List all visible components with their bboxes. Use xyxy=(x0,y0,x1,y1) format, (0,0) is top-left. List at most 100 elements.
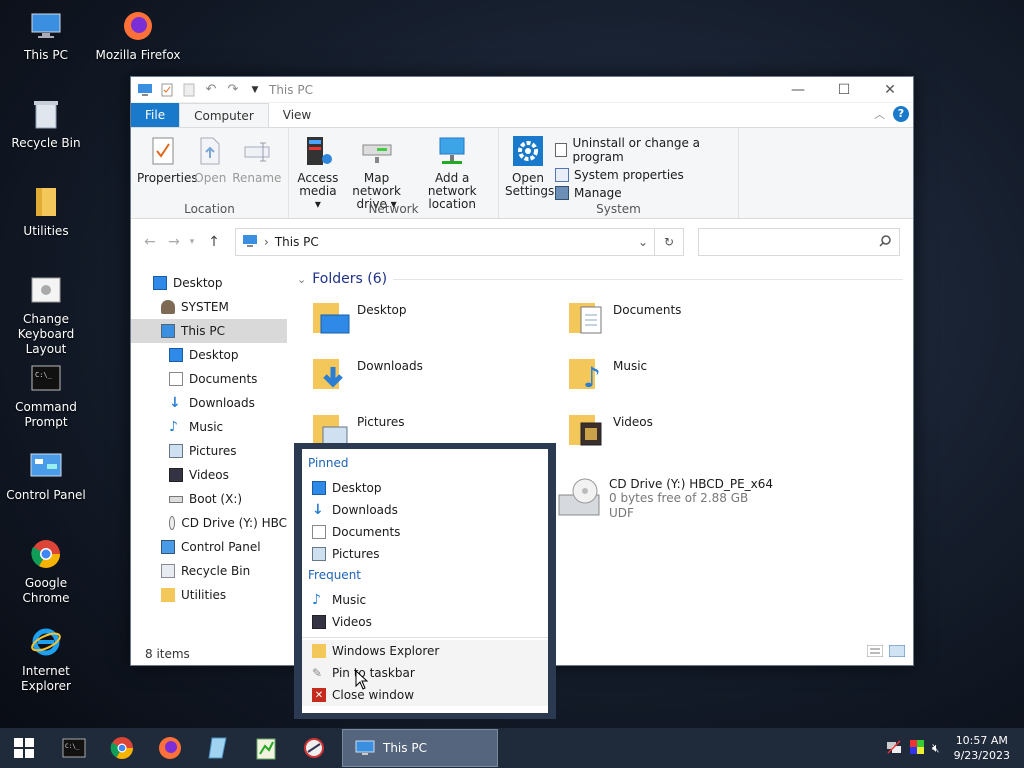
clock[interactable]: 10:57 AM 9/23/2023 xyxy=(954,733,1010,763)
computer-icon xyxy=(28,8,64,44)
new-folder-qat-button[interactable] xyxy=(181,82,197,98)
taskbar-app-notes[interactable] xyxy=(242,728,290,768)
maximize-button[interactable]: ☐ xyxy=(821,77,867,103)
jump-list-item-videos[interactable]: Videos xyxy=(302,611,548,633)
folders-section-header[interactable]: ⌄ Folders (6) xyxy=(297,271,913,287)
details-view-icon[interactable] xyxy=(866,644,884,660)
nav-item-videos[interactable]: Videos xyxy=(131,463,287,487)
desktop-icon-firefox[interactable]: Mozilla Firefox xyxy=(92,8,184,63)
nav-item-desktop[interactable]: Desktop xyxy=(131,271,287,295)
nav-item-recycle-bin[interactable]: Recycle Bin xyxy=(131,559,287,583)
drive-item-cd[interactable]: CD Drive (Y:) HBCD_PE_x64 0 bytes free o… xyxy=(557,477,773,524)
drive-free-space: 0 bytes free of 2.88 GB xyxy=(609,491,749,505)
folder-item-documents[interactable]: Documents xyxy=(567,297,823,337)
jump-list-item-close-window[interactable]: ✕ Close window xyxy=(302,684,548,706)
jump-list-item-downloads[interactable]: ↓ Downloads xyxy=(302,499,548,521)
close-icon: ✕ xyxy=(312,688,326,702)
help-icon[interactable]: ? xyxy=(893,106,909,122)
nav-item-utilities[interactable]: Utilities xyxy=(131,583,287,607)
window-controls: — ☐ ✕ xyxy=(775,77,913,103)
folder-item-desktop[interactable]: Desktop xyxy=(311,297,567,337)
nav-item-boot-drive[interactable]: Boot (X:) xyxy=(131,487,287,511)
desktop-icon-keyboard-layout[interactable]: Change Keyboard Layout xyxy=(0,272,92,357)
recent-locations-chevron-icon[interactable]: ▾ xyxy=(183,237,201,247)
title-bar: ↶ ↷ ▼ This PC — ☐ ✕ xyxy=(131,77,913,103)
forward-button[interactable]: → xyxy=(165,234,183,250)
desktop-icon-command-prompt[interactable]: C:\_ Command Prompt xyxy=(0,360,92,430)
close-button[interactable]: ✕ xyxy=(867,77,913,103)
undo-icon[interactable]: ↶ xyxy=(203,82,219,98)
nav-item-pictures[interactable]: Pictures xyxy=(131,439,287,463)
folder-icon xyxy=(28,184,64,220)
drive-name: CD Drive (Y:) HBCD_PE_x64 xyxy=(609,477,774,491)
tab-view[interactable]: View xyxy=(269,103,325,127)
desktop-icon-recycle-bin[interactable]: Recycle Bin xyxy=(0,96,92,151)
back-button[interactable]: ← xyxy=(141,234,159,250)
desktop-icon-chrome[interactable]: Google Chrome xyxy=(0,536,92,606)
nav-item-music[interactable]: ♪ Music xyxy=(131,415,287,439)
clock-date: 9/23/2023 xyxy=(953,749,1010,762)
taskbar-command-prompt[interactable]: C:\_ xyxy=(50,728,98,768)
volume-muted-icon[interactable]: 🔇︎ xyxy=(932,741,940,756)
jump-list-item-pictures[interactable]: Pictures xyxy=(302,543,548,565)
nav-item-downloads[interactable]: ↓ Downloads xyxy=(131,391,287,415)
folder-item-downloads[interactable]: Downloads xyxy=(311,353,567,393)
tab-file[interactable]: File xyxy=(131,103,180,127)
folder-item-videos[interactable]: Videos xyxy=(567,409,823,449)
desktop-icon-this-pc[interactable]: This PC xyxy=(0,8,92,63)
control-panel-icon xyxy=(28,448,64,484)
jump-list-item-pin-to-taskbar[interactable]: ✎ Pin to taskbar xyxy=(302,662,548,684)
jump-list-item-windows-explorer[interactable]: Windows Explorer xyxy=(302,640,548,662)
taskbar-window-this-pc[interactable]: This PC xyxy=(342,729,498,767)
up-button[interactable]: ↑ xyxy=(205,234,223,250)
desktop-icon-control-panel[interactable]: Control Panel xyxy=(0,448,92,503)
uninstall-program-button[interactable]: Uninstall or change a program xyxy=(555,136,732,164)
address-bar[interactable]: › This PC ⌄ xyxy=(235,228,655,256)
nav-label: SYSTEM xyxy=(181,300,229,314)
taskbar-app-tool[interactable] xyxy=(290,728,338,768)
jump-list-item-music[interactable]: ♪ Music xyxy=(302,589,548,611)
jump-list-label: Pictures xyxy=(332,547,380,561)
desktop-icon-internet-explorer[interactable]: Internet Explorer xyxy=(0,624,92,694)
computer-icon xyxy=(161,324,175,338)
properties-qat-button[interactable] xyxy=(159,82,175,98)
collapse-ribbon-chevron-icon[interactable]: ︿ xyxy=(874,106,885,122)
nav-label: CD Drive (Y:) HBC xyxy=(181,516,287,530)
taskbar-firefox[interactable] xyxy=(146,728,194,768)
large-icons-view-icon[interactable] xyxy=(888,644,906,660)
minimize-button[interactable]: — xyxy=(775,77,821,103)
nav-item-documents[interactable]: Documents xyxy=(131,367,287,391)
taskbar-chrome[interactable] xyxy=(98,728,146,768)
open-icon xyxy=(193,134,227,168)
jump-list-item-documents[interactable]: Documents xyxy=(302,521,548,543)
color-app-icon[interactable] xyxy=(910,739,925,757)
nav-item-system[interactable]: SYSTEM xyxy=(131,295,287,319)
jump-list-label: Downloads xyxy=(332,503,398,517)
system-properties-button[interactable]: System properties xyxy=(555,168,732,182)
start-button[interactable] xyxy=(0,728,48,768)
folder-icon xyxy=(312,644,326,658)
jump-list-label: Windows Explorer xyxy=(332,644,440,658)
nav-item-desktop[interactable]: Desktop xyxy=(131,343,287,367)
taskbar-app-blue[interactable] xyxy=(194,728,242,768)
nav-item-this-pc[interactable]: This PC xyxy=(131,319,287,343)
folder-item-music[interactable]: ♪ Music xyxy=(567,353,823,394)
refresh-button[interactable]: ↻ xyxy=(654,228,684,256)
redo-icon[interactable]: ↷ xyxy=(225,82,241,98)
search-input[interactable] xyxy=(698,228,900,256)
desktop-icon-utilities[interactable]: Utilities xyxy=(0,184,92,239)
ribbon-group-network: Access media ▾ Map network drive ▾ Add a… xyxy=(289,128,499,218)
nav-item-control-panel[interactable]: Control Panel xyxy=(131,535,287,559)
rename-label: Rename xyxy=(232,171,282,185)
desktop-icon xyxy=(312,481,326,495)
breadcrumb[interactable]: This PC xyxy=(275,235,319,249)
manage-button[interactable]: Manage xyxy=(555,186,732,200)
pictures-icon xyxy=(312,547,326,561)
nav-item-cd-drive[interactable]: CD Drive (Y:) HBC xyxy=(131,511,287,535)
jump-list-item-desktop[interactable]: Desktop xyxy=(302,477,548,499)
address-dropdown-chevron-icon[interactable]: ⌄ xyxy=(638,235,648,249)
tab-computer[interactable]: Computer xyxy=(179,103,269,127)
breadcrumb-chevron-icon[interactable]: › xyxy=(264,235,269,249)
customize-qat-chevron-icon[interactable]: ▼ xyxy=(247,82,263,98)
network-icon[interactable] xyxy=(886,739,902,757)
